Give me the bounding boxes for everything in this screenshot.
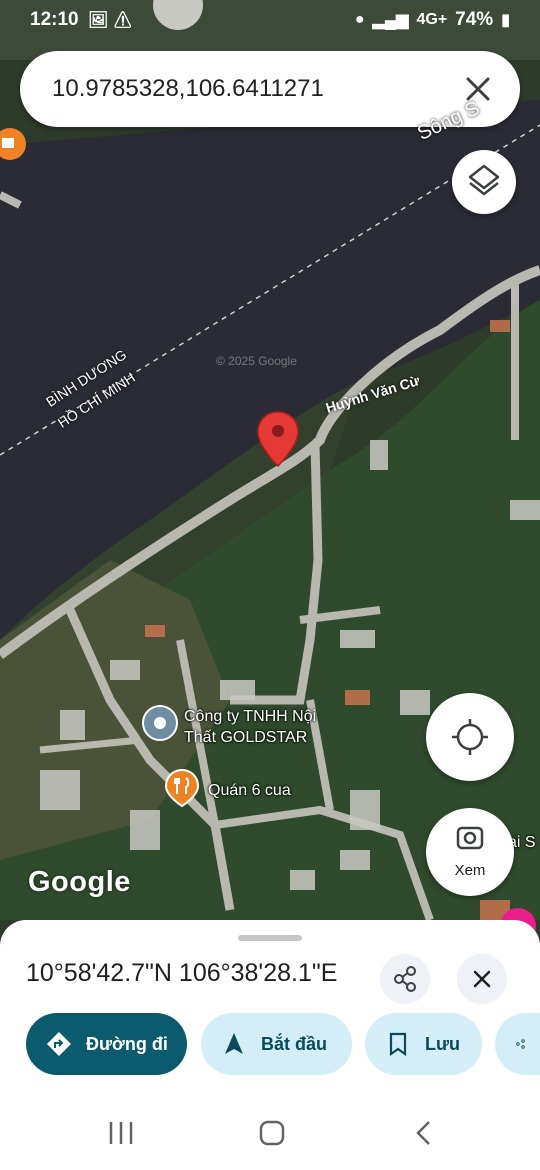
share-icon xyxy=(394,966,416,992)
camera-lens-icon xyxy=(456,826,484,850)
drag-handle[interactable] xyxy=(238,935,302,941)
poi-cafe-marker[interactable] xyxy=(0,128,30,172)
lens-label: Xem xyxy=(454,862,486,879)
poi-goldstar-line2: Thất GOLDSTAR xyxy=(184,729,308,746)
status-right: ● ▂▄▆ 4G+ 74% ▮ xyxy=(355,9,510,31)
my-location-icon xyxy=(452,719,488,755)
notification-icons: 🖼 ⚠ xyxy=(88,12,134,29)
dropped-pin-icon[interactable] xyxy=(256,410,300,468)
battery-percent: 74% xyxy=(455,9,494,30)
pin-icon xyxy=(142,705,178,741)
directions-label: Đường đi xyxy=(86,1033,168,1054)
start-button[interactable]: Bắt đầu xyxy=(201,1013,352,1075)
layers-icon xyxy=(468,164,500,196)
close-icon xyxy=(473,970,491,988)
home-icon[interactable] xyxy=(258,1119,286,1147)
back-icon[interactable] xyxy=(412,1119,436,1147)
signal-icon: ▂▄▆ xyxy=(372,12,409,29)
system-nav-bar xyxy=(0,1096,540,1170)
share-icon xyxy=(516,1039,525,1049)
bookmark-icon xyxy=(389,1032,407,1057)
start-label: Bắt đầu xyxy=(261,1033,328,1054)
google-logo: Google xyxy=(28,866,131,898)
share-button[interactable] xyxy=(380,954,430,1004)
share-chip-button[interactable] xyxy=(495,1013,540,1075)
location-icon: ● xyxy=(354,11,365,28)
coordinates-title: 10°58'42.7"N 106°38'28.1"E xyxy=(26,959,338,987)
save-label: Lưu xyxy=(425,1033,461,1054)
poi-restaurant-marker[interactable] xyxy=(164,768,200,813)
map-watermark: © 2025 Google xyxy=(216,354,297,368)
layers-button[interactable] xyxy=(452,150,516,214)
lens-view-button[interactable]: Xem xyxy=(426,808,514,896)
recent-apps-icon[interactable] xyxy=(106,1120,136,1146)
restaurant-icon xyxy=(164,768,200,808)
close-sheet-button[interactable] xyxy=(457,954,507,1004)
poi-goldstar-marker[interactable] xyxy=(141,704,179,747)
directions-icon xyxy=(47,1032,71,1056)
battery-icon: ▮ xyxy=(501,12,510,29)
poi-restaurant-label[interactable]: Quán 6 cua xyxy=(208,780,291,801)
my-location-button[interactable] xyxy=(426,693,514,781)
network-label: 4G+ xyxy=(416,11,448,28)
status-bar: 12:10 🖼 ⚠ ● ▂▄▆ 4G+ 74% ▮ xyxy=(0,0,540,40)
poi-goldstar-label[interactable]: Công ty TNHH Nội Thất GOLDSTAR xyxy=(184,706,316,748)
status-time: 12:10 xyxy=(30,9,79,30)
navigation-arrow-icon xyxy=(225,1033,243,1054)
save-button[interactable]: Lưu xyxy=(365,1013,482,1075)
poi-goldstar-line1: Công ty TNHH Nội xyxy=(184,708,317,725)
directions-button[interactable]: Đường đi xyxy=(26,1013,187,1075)
search-query[interactable]: 10.9785328,106.6411271 xyxy=(52,75,324,103)
